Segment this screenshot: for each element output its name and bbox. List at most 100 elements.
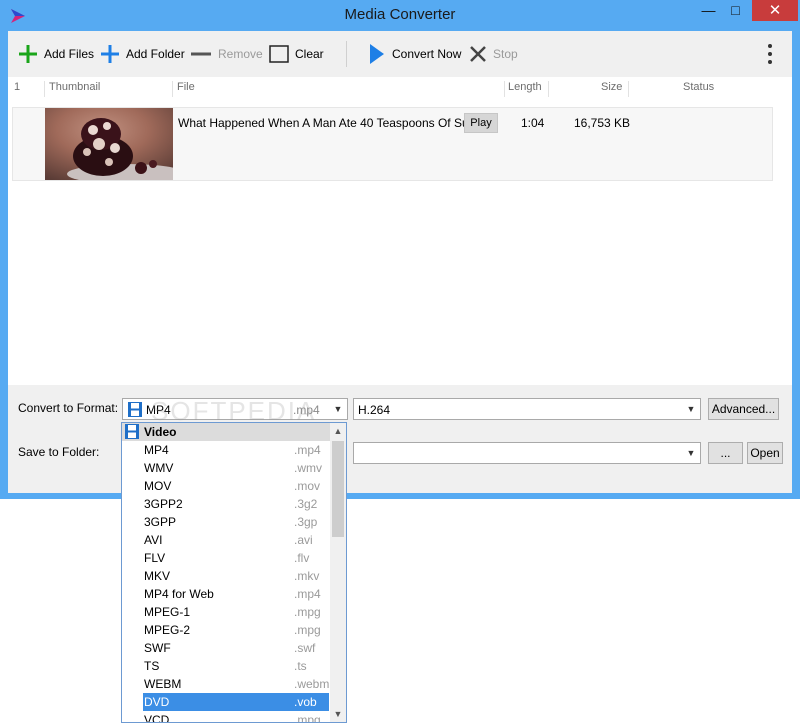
save-folder-label: Save to Folder: <box>18 445 100 459</box>
table-row[interactable]: What Happened When A Man Ate 40 Teaspoon… <box>12 107 773 181</box>
dropdown-item-ext: .mp4 <box>294 443 321 457</box>
format-dropdown-list[interactable]: Video MP4 .mp4 WMV .wmv MOV .mov 3GPP2.3g2 3GPP… <box>121 422 347 723</box>
advanced-button[interactable]: Advanced... <box>708 398 779 420</box>
toolbar: Add Files Add Folder Remove Clear Conver… <box>8 31 792 77</box>
dropdown-item-vcd[interactable]: VCD .mpg <box>143 711 329 723</box>
window-title: Media Converter <box>344 6 456 23</box>
file-list[interactable]: 1 Thumbnail File Length Size Status What… <box>8 77 792 385</box>
remove-button[interactable]: Remove <box>190 43 263 65</box>
dropdown-item-name: MOV <box>144 479 172 493</box>
convert-now-button[interactable]: Convert Now <box>368 43 461 65</box>
chevron-down-icon[interactable]: ▼ <box>330 706 346 722</box>
dropdown-item-name: 3GPP2 <box>144 497 183 511</box>
column-header-file[interactable]: File <box>177 81 195 99</box>
dropdown-item-name: 3GPP <box>144 515 177 529</box>
dropdown-item-name: SWF <box>144 641 171 655</box>
dropdown-item-ext: .mp4 <box>294 587 321 601</box>
plus-icon <box>101 45 119 63</box>
dropdown-item-name: DVD <box>144 695 170 709</box>
dropdown-item-ext: .3gp <box>294 515 318 529</box>
dropdown-item-dvd[interactable]: DVD .vob <box>143 693 329 711</box>
play-icon <box>370 44 384 64</box>
dropdown-item-webm[interactable]: WEBM .webm <box>143 675 329 693</box>
dropdown-item-mp4[interactable]: MP4 .mp4 <box>143 441 329 459</box>
chevron-down-icon: ▼ <box>333 404 343 414</box>
dropdown-item-name: WEBM <box>144 677 182 691</box>
add-files-button[interactable]: Add Files <box>18 43 94 65</box>
dropdown-item-name: VCD <box>144 713 170 723</box>
format-label: Convert to Format: <box>18 401 119 415</box>
dropdown-item-name: MP4 <box>144 443 169 457</box>
dropdown-scrollbar[interactable]: ▲ ▼ <box>330 423 346 722</box>
dropdown-group-video: Video <box>122 423 330 441</box>
scrollbar-thumb[interactable] <box>332 441 344 537</box>
dropdown-item-name: TS <box>144 659 160 673</box>
column-header-size[interactable]: Size <box>601 81 622 99</box>
dropdown-item-ext: .vob <box>294 695 317 709</box>
close-button[interactable]: ✕ <box>752 0 798 21</box>
chevron-up-icon[interactable]: ▲ <box>330 423 346 439</box>
title-bar: Media Converter — □ ✕ <box>0 0 800 31</box>
column-divider <box>44 81 45 97</box>
minimize-button[interactable]: — <box>695 0 722 21</box>
dropdown-item-ext: .mpg <box>294 713 321 723</box>
dropdown-item-ext: .mkv <box>294 569 320 583</box>
dropdown-item-name: MP4 for Web <box>144 587 214 601</box>
dropdown-item-name: WMV <box>144 461 174 475</box>
codec-select[interactable]: H.264 ▼ <box>353 398 701 420</box>
clear-button[interactable]: Clear <box>269 43 324 65</box>
chevron-down-icon: ▼ <box>686 448 696 458</box>
open-button[interactable]: Open <box>747 442 783 464</box>
dropdown-item-name: MPEG-2 <box>144 623 191 637</box>
minus-icon <box>191 52 211 56</box>
file-length: 1:04 <box>521 116 545 130</box>
column-header-length[interactable]: Length <box>508 81 542 99</box>
column-header-index[interactable]: 1 <box>14 81 20 99</box>
dropdown-item-name: MKV <box>144 569 171 583</box>
dropdown-item-ext: .wmv <box>294 461 322 475</box>
browse-button[interactable]: ... <box>708 442 743 464</box>
dropdown-item-ext: .webm <box>294 677 330 691</box>
kebab-icon[interactable] <box>765 42 775 66</box>
dropdown-item-ext: .mpg <box>294 605 321 619</box>
convert-now-label: Convert Now <box>392 47 462 61</box>
column-divider <box>628 81 629 97</box>
dropdown-item-ext: .avi <box>294 533 313 547</box>
file-name: What Happened When A Man Ate 40 Teaspoon… <box>178 116 497 130</box>
codec-select-value: H.264 <box>358 403 391 417</box>
dropdown-item-wmv[interactable]: WMV .wmv <box>143 459 329 477</box>
dropdown-group-label: Video <box>144 425 177 439</box>
add-folder-label: Add Folder <box>126 47 185 61</box>
square-icon <box>269 45 289 63</box>
dropdown-item-mpeg-1[interactable]: MPEG-1 .mpg <box>143 603 329 621</box>
remove-label: Remove <box>218 47 263 61</box>
toolbar-separator <box>346 41 347 67</box>
add-files-label: Add Files <box>44 47 95 61</box>
add-folder-button[interactable]: Add Folder <box>100 43 185 65</box>
dropdown-item-ext: .mpg <box>294 623 321 637</box>
stop-button[interactable]: Stop <box>469 43 518 65</box>
dropdown-item-mp4-for-web[interactable]: MP4 for Web .mp4 <box>143 585 329 603</box>
dropdown-item-3gpp2[interactable]: 3GPP2 .3g2 <box>143 495 329 513</box>
dropdown-item-swf[interactable]: SWF .swf <box>143 639 329 657</box>
app-window: Media Converter — □ ✕ Add Files Add Fold… <box>0 0 800 499</box>
column-header-status[interactable]: Status <box>683 81 714 99</box>
play-button[interactable]: Play <box>464 113 498 133</box>
maximize-button[interactable]: □ <box>722 0 749 21</box>
dropdown-item-avi[interactable]: AVI .avi <box>143 531 329 549</box>
dropdown-item-3gpp[interactable]: 3GPP .3gp <box>143 513 329 531</box>
column-header-thumbnail[interactable]: Thumbnail <box>49 81 100 99</box>
save-folder-select[interactable]: ▼ <box>353 442 701 464</box>
dropdown-item-mpeg-2[interactable]: MPEG-2 .mpg <box>143 621 329 639</box>
dropdown-item-ts[interactable]: TS .ts <box>143 657 329 675</box>
file-size: 16,753 KB <box>574 116 631 130</box>
x-icon <box>470 46 486 62</box>
dropdown-item-mov[interactable]: MOV .mov <box>143 477 329 495</box>
dropdown-item-name: MPEG-1 <box>144 605 191 619</box>
video-thumbnail <box>45 108 173 180</box>
clear-label: Clear <box>295 47 324 61</box>
dropdown-item-mkv[interactable]: MKV .mkv <box>143 567 329 585</box>
stop-label: Stop <box>493 47 518 61</box>
dropdown-item-name: AVI <box>144 533 163 547</box>
dropdown-item-flv[interactable]: FLV .flv <box>143 549 329 567</box>
